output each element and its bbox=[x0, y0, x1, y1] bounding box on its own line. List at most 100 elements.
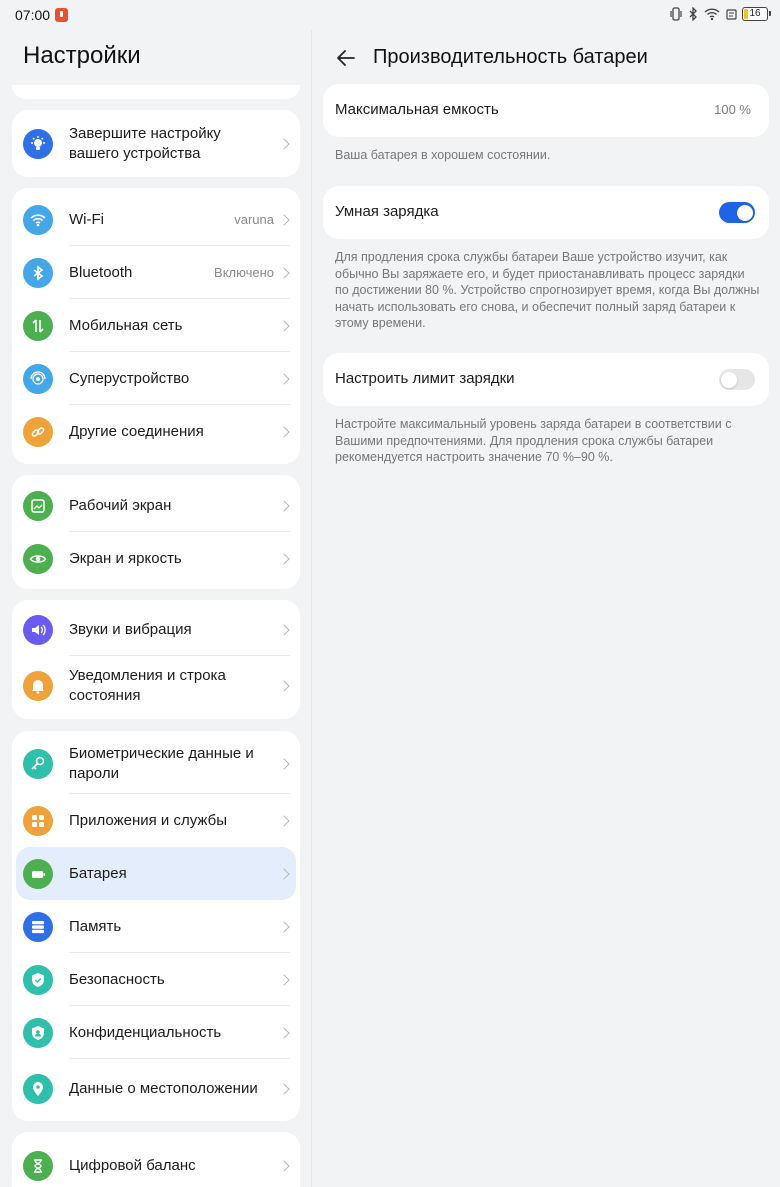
charge-limit-note: Настройте максимальный уровень заряда ба… bbox=[335, 417, 732, 464]
charge-limit-toggle[interactable] bbox=[719, 369, 755, 390]
battery-icon bbox=[23, 858, 53, 889]
item-label: Рабочий экран bbox=[69, 496, 172, 514]
sidebar-item-bluetooth[interactable]: Bluetooth Включено bbox=[12, 246, 300, 299]
sidebar-item-sounds[interactable]: Звуки и вибрация bbox=[12, 603, 300, 656]
sidebar-item-wifi[interactable]: Wi-Fi varuna bbox=[12, 193, 300, 246]
sidebar-item-display-brightness[interactable]: Экран и яркость bbox=[12, 532, 300, 585]
item-label: Безопасность bbox=[69, 970, 165, 988]
item-label: Биометрические данные и пароли bbox=[69, 745, 254, 782]
sidebar-item-superdevice[interactable]: Суперустройство bbox=[12, 352, 300, 405]
sidebar-item-notifications[interactable]: Уведомления и строка состояния bbox=[12, 656, 300, 716]
toggle-knob bbox=[737, 204, 753, 221]
sidebar-item-other-connections[interactable]: Другие соединения bbox=[12, 405, 300, 458]
home-screen-icon bbox=[23, 490, 53, 521]
status-icons: 16 bbox=[670, 7, 771, 21]
battery-health-note: Ваша батарея в хорошем состоянии. bbox=[335, 148, 551, 162]
chevron-right-icon bbox=[278, 319, 290, 332]
item-label: Приложения и службы bbox=[69, 811, 227, 829]
item-label: Wi-Fi bbox=[69, 210, 104, 228]
sound-card: Звуки и вибрация Уведомления и строка со… bbox=[12, 600, 300, 719]
item-label: Уведомления и строка состояния bbox=[69, 667, 226, 704]
storage-icon bbox=[23, 911, 53, 942]
item-label: Суперустройство bbox=[69, 369, 190, 387]
scrolled-card-edge bbox=[12, 85, 300, 99]
privacy-icon bbox=[23, 1017, 53, 1048]
status-time: 07:00 bbox=[15, 7, 51, 23]
battery-detail-panel: Производительность батареи Максимальная … bbox=[312, 30, 780, 1187]
wellbeing-card: Цифровой баланс bbox=[12, 1132, 300, 1187]
link-icon bbox=[23, 416, 53, 447]
setup-card[interactable]: Завершите настройку вашего устройства bbox=[12, 110, 300, 177]
smart-charging-label: Умная зарядка bbox=[335, 203, 439, 220]
chevron-right-icon bbox=[278, 552, 290, 565]
chevron-right-icon bbox=[278, 1083, 290, 1095]
chevron-right-icon bbox=[278, 213, 290, 226]
battery-status-level: 16 bbox=[749, 8, 761, 19]
sidebar-item-apps[interactable]: Приложения и службы bbox=[12, 794, 300, 847]
item-label: Мобильная сеть bbox=[69, 316, 183, 334]
sidebar-item-privacy[interactable]: Конфиденциальность bbox=[12, 1006, 300, 1059]
wifi-icon bbox=[23, 204, 53, 235]
apps-icon bbox=[23, 805, 53, 836]
item-label: Другие соединения bbox=[69, 422, 204, 440]
item-label: Память bbox=[69, 917, 122, 935]
smart-charging-card[interactable]: Умная зарядка bbox=[323, 186, 769, 239]
chevron-right-icon bbox=[278, 758, 290, 770]
charge-limit-label: Настроить лимит зарядки bbox=[335, 370, 515, 387]
item-label: Данные о местоположении bbox=[69, 1080, 258, 1097]
sidebar-item-battery[interactable]: Батарея bbox=[16, 847, 296, 900]
chevron-right-icon bbox=[278, 1026, 290, 1039]
item-label: Экран и яркость bbox=[69, 549, 182, 567]
item-label: Батарея bbox=[69, 864, 127, 882]
sidebar-item-digital-balance[interactable]: Цифровой баланс bbox=[12, 1136, 300, 1187]
sidebar-item-security[interactable]: Безопасность bbox=[12, 953, 300, 1006]
shield-icon bbox=[23, 964, 53, 995]
sound-icon bbox=[23, 614, 53, 645]
sidebar-item-biometrics[interactable]: Биометрические данные и пароли bbox=[12, 734, 300, 794]
chevron-right-icon bbox=[278, 920, 290, 933]
eye-icon bbox=[23, 543, 53, 574]
settings-list-panel: Настройки Завершите настройку вашего уст… bbox=[0, 30, 311, 1187]
smart-charging-toggle[interactable] bbox=[719, 202, 755, 223]
display-card: Рабочий экран Экран и яркость bbox=[12, 475, 300, 589]
battery-status-icon: 16 bbox=[742, 7, 771, 21]
battery-status-fill bbox=[744, 9, 748, 19]
detail-title: Производительность батареи bbox=[373, 46, 648, 68]
sidebar-item-storage[interactable]: Память bbox=[12, 900, 300, 953]
bluetooth-icon bbox=[23, 257, 53, 288]
chevron-right-icon bbox=[278, 1160, 290, 1172]
key-icon bbox=[23, 749, 53, 779]
location-icon bbox=[23, 1074, 53, 1104]
charge-limit-card[interactable]: Настроить лимит зарядки bbox=[323, 353, 769, 406]
vibrate-icon bbox=[670, 7, 682, 21]
hourglass-icon bbox=[23, 1151, 53, 1181]
setup-label: Завершите настройку вашего устройства bbox=[69, 124, 221, 162]
chevron-right-icon bbox=[278, 867, 290, 880]
item-value: varuna bbox=[234, 212, 274, 227]
toggle-knob bbox=[721, 371, 737, 388]
bell-icon bbox=[23, 671, 53, 701]
chevron-right-icon bbox=[278, 425, 290, 438]
status-bar: 07:00 16 bbox=[0, 0, 780, 30]
back-arrow-icon[interactable] bbox=[334, 46, 358, 70]
alarm-icon bbox=[726, 9, 737, 20]
page-title: Настройки bbox=[23, 42, 141, 69]
superdevice-icon bbox=[23, 363, 53, 394]
chevron-right-icon bbox=[278, 973, 290, 986]
sidebar-item-mobile-network[interactable]: Мобильная сеть bbox=[12, 299, 300, 352]
setup-icon bbox=[23, 128, 53, 159]
chevron-right-icon bbox=[278, 680, 290, 692]
max-capacity-card: Максимальная емкость 100 % bbox=[323, 84, 769, 137]
chevron-right-icon bbox=[278, 137, 290, 150]
chevron-right-icon bbox=[278, 814, 290, 827]
setup-row[interactable]: Завершите настройку вашего устройства bbox=[12, 110, 300, 177]
wifi-status-icon bbox=[704, 8, 720, 21]
sidebar-item-home-screen[interactable]: Рабочий экран bbox=[12, 479, 300, 532]
item-value: Включено bbox=[214, 265, 274, 280]
max-capacity-value: 100 % bbox=[714, 102, 751, 117]
sidebar-item-location[interactable]: Данные о местоположении bbox=[12, 1059, 300, 1119]
item-label: Конфиденциальность bbox=[69, 1023, 222, 1041]
bluetooth-status-icon bbox=[689, 7, 697, 21]
item-label: Цифровой баланс bbox=[69, 1157, 196, 1174]
item-label: Звуки и вибрация bbox=[69, 620, 192, 638]
